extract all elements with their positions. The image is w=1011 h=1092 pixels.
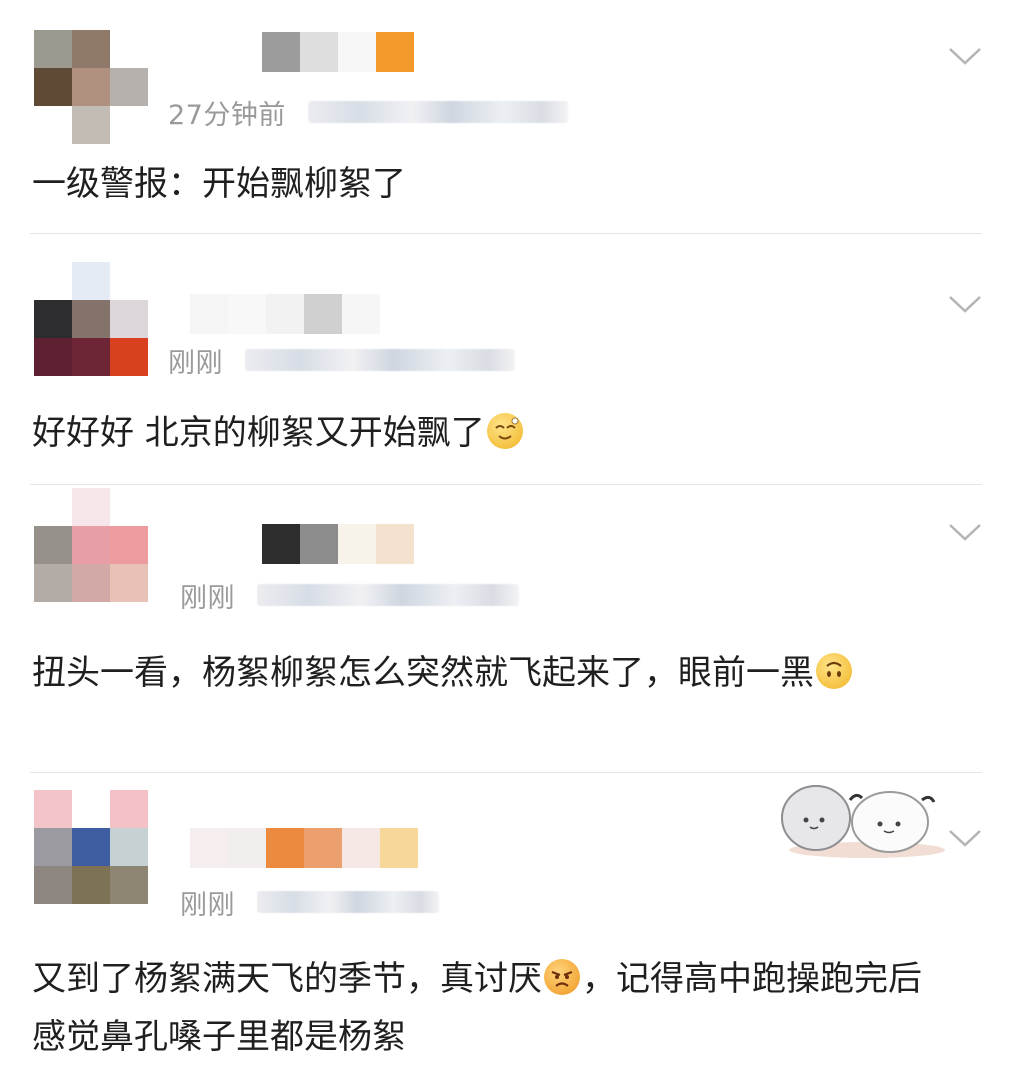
username-mosaic-tile <box>228 294 266 334</box>
username-mosaic-tile <box>376 524 414 564</box>
avatar-mosaic-tile <box>72 68 110 106</box>
username-mosaic-tile <box>338 524 376 564</box>
avatar-mosaic-tile <box>72 526 110 564</box>
avatar-mosaic-tile <box>72 564 110 602</box>
avatar-mosaic-tile <box>110 106 148 144</box>
avatar-mosaic-tile <box>110 338 148 376</box>
avatar-mosaic-tile <box>110 866 148 904</box>
username-mosaic-tile <box>262 524 300 564</box>
avatar-mosaic-tile <box>34 790 72 828</box>
username-mosaic-tile <box>300 32 338 72</box>
username[interactable] <box>190 294 380 334</box>
avatar-mosaic-tile <box>110 828 148 866</box>
avatar[interactable] <box>34 30 148 144</box>
avatar[interactable] <box>34 488 148 602</box>
avatar-mosaic-tile <box>110 300 148 338</box>
comment-time: 刚刚 <box>168 347 223 379</box>
username-mosaic-tile <box>266 294 304 334</box>
avatar-mosaic-tile <box>72 262 110 300</box>
avatar-mosaic-tile <box>72 488 110 526</box>
username-mosaic-tile <box>304 294 342 334</box>
username-mosaic-tile <box>190 828 228 868</box>
avatar-mosaic-tile <box>34 30 72 68</box>
username[interactable] <box>224 524 414 564</box>
avatar-mosaic-tile <box>34 300 72 338</box>
avatar-mosaic-tile <box>72 790 110 828</box>
avatar[interactable] <box>34 790 148 904</box>
username-mosaic-tile <box>380 828 418 868</box>
upside-down-face-emoji <box>816 653 852 689</box>
username-mosaic-tile <box>224 32 262 72</box>
device-info-blurred <box>257 584 519 606</box>
avatar-mosaic-tile <box>34 526 72 564</box>
username-mosaic-tile <box>342 294 380 334</box>
comment-text: 扭头一看，杨絮柳絮怎么突然就飞起来了，眼前一黑 <box>32 644 972 702</box>
avatar-mosaic-tile <box>72 828 110 866</box>
device-info-blurred <box>245 349 515 371</box>
avatar-mosaic-tile <box>72 300 110 338</box>
username-mosaic-tile <box>300 524 338 564</box>
avatar-mosaic-tile <box>110 68 148 106</box>
username-mosaic-tile <box>376 32 414 72</box>
avatar-mosaic-tile <box>72 106 110 144</box>
username-mosaic-tile <box>262 32 300 72</box>
chevron-down-icon[interactable] <box>948 828 982 848</box>
avatar-mosaic-tile <box>34 564 72 602</box>
comment-text: 一级警报：开始飘柳絮了 <box>32 164 406 204</box>
comment-time: 刚刚 <box>180 582 235 614</box>
comment-text: 好好好 北京的柳絮又开始飘了 <box>32 404 982 462</box>
username-mosaic-tile <box>338 32 376 72</box>
sleepy-smile-emoji <box>486 413 523 449</box>
username-mosaic-tile <box>228 828 266 868</box>
comment-time: 27分钟前 <box>168 99 286 131</box>
comment-text: 又到了杨絮满天飞的季节，真讨厌 ，记得高中跑操跑完后感觉鼻孔嗓子里都是杨絮 <box>32 959 922 1057</box>
username-mosaic-tile <box>190 294 228 334</box>
avatar[interactable] <box>34 262 148 376</box>
avatar-mosaic-tile <box>34 488 72 526</box>
avatar-mosaic-tile <box>72 30 110 68</box>
avatar-mosaic-tile <box>34 338 72 376</box>
avatar-mosaic-tile <box>110 30 148 68</box>
avatar-mosaic-tile <box>110 790 148 828</box>
avatar-mosaic-tile <box>34 262 72 300</box>
avatar-mosaic-tile <box>72 866 110 904</box>
avatar-mosaic-tile <box>34 68 72 106</box>
username-mosaic-tile <box>342 828 380 868</box>
comment-time: 刚刚 <box>180 889 235 921</box>
avatar-mosaic-tile <box>34 106 72 144</box>
chevron-down-icon[interactable] <box>948 522 982 542</box>
avatar-mosaic-tile <box>110 262 148 300</box>
avatar-mosaic-tile <box>110 526 148 564</box>
angry-face-emoji <box>544 959 580 995</box>
username-mosaic-tile <box>224 524 262 564</box>
chevron-down-icon[interactable] <box>948 294 982 314</box>
avatar-mosaic-tile <box>110 488 148 526</box>
device-info-blurred <box>307 101 568 123</box>
username-mosaic-tile <box>304 828 342 868</box>
chevron-down-icon[interactable] <box>948 46 982 66</box>
cartoon-sticker-icon <box>781 785 945 858</box>
avatar-mosaic-tile <box>72 338 110 376</box>
divider <box>30 233 982 234</box>
username[interactable] <box>190 828 418 868</box>
avatar-mosaic-tile <box>34 828 72 866</box>
username[interactable] <box>224 32 414 72</box>
username-mosaic-tile <box>266 828 304 868</box>
device-info-blurred <box>257 891 439 913</box>
avatar-mosaic-tile <box>110 564 148 602</box>
avatar-mosaic-tile <box>34 866 72 904</box>
divider <box>30 484 982 485</box>
